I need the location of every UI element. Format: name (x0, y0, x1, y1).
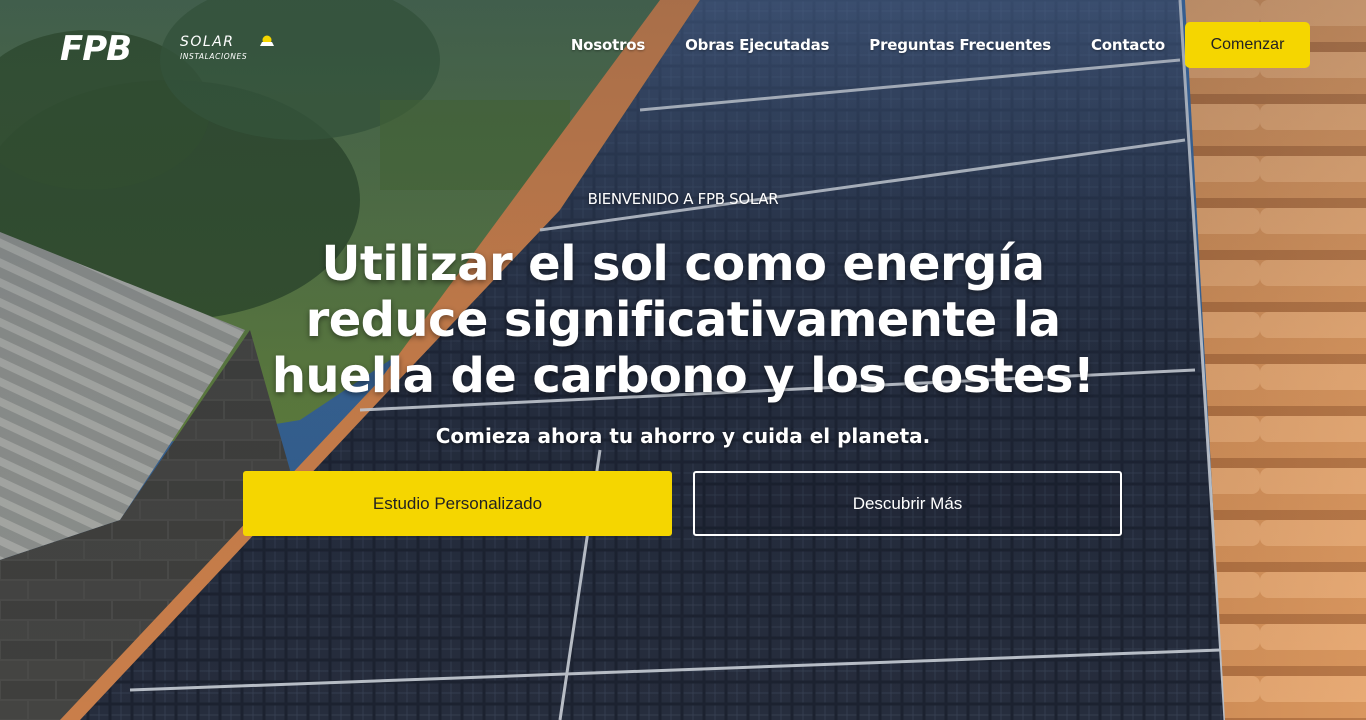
logo-word: SOLAR (180, 34, 235, 50)
nav-link-preguntas-frecuentes[interactable]: Preguntas Frecuentes (869, 36, 1051, 54)
nav-link-nosotros[interactable]: Nosotros (571, 36, 645, 54)
start-button[interactable]: Comenzar (1185, 22, 1310, 68)
logo-tagline: INSTALACIONES (180, 52, 247, 61)
nav-link-contacto[interactable]: Contacto (1091, 36, 1165, 54)
logo-letters: FPB (60, 30, 131, 66)
hero-eyebrow: BIENVENIDO A FPB SOLAR (587, 190, 779, 208)
brand-logo[interactable]: FPB SOLAR INSTALACIONES (60, 30, 276, 66)
main-nav: Nosotros Obras Ejecutadas Preguntas Frec… (571, 22, 1310, 68)
hero-subheading: Comieza ahora tu ahorro y cuida el plane… (435, 424, 931, 448)
discover-more-button[interactable]: Descubrir Más (693, 471, 1122, 536)
personalized-study-button[interactable]: Estudio Personalizado (243, 471, 672, 536)
sun-icon (260, 35, 274, 46)
nav-link-obras-ejecutadas[interactable]: Obras Ejecutadas (685, 36, 829, 54)
hero-headline: Utilizar el sol como energía reduce sign… (271, 236, 1095, 404)
